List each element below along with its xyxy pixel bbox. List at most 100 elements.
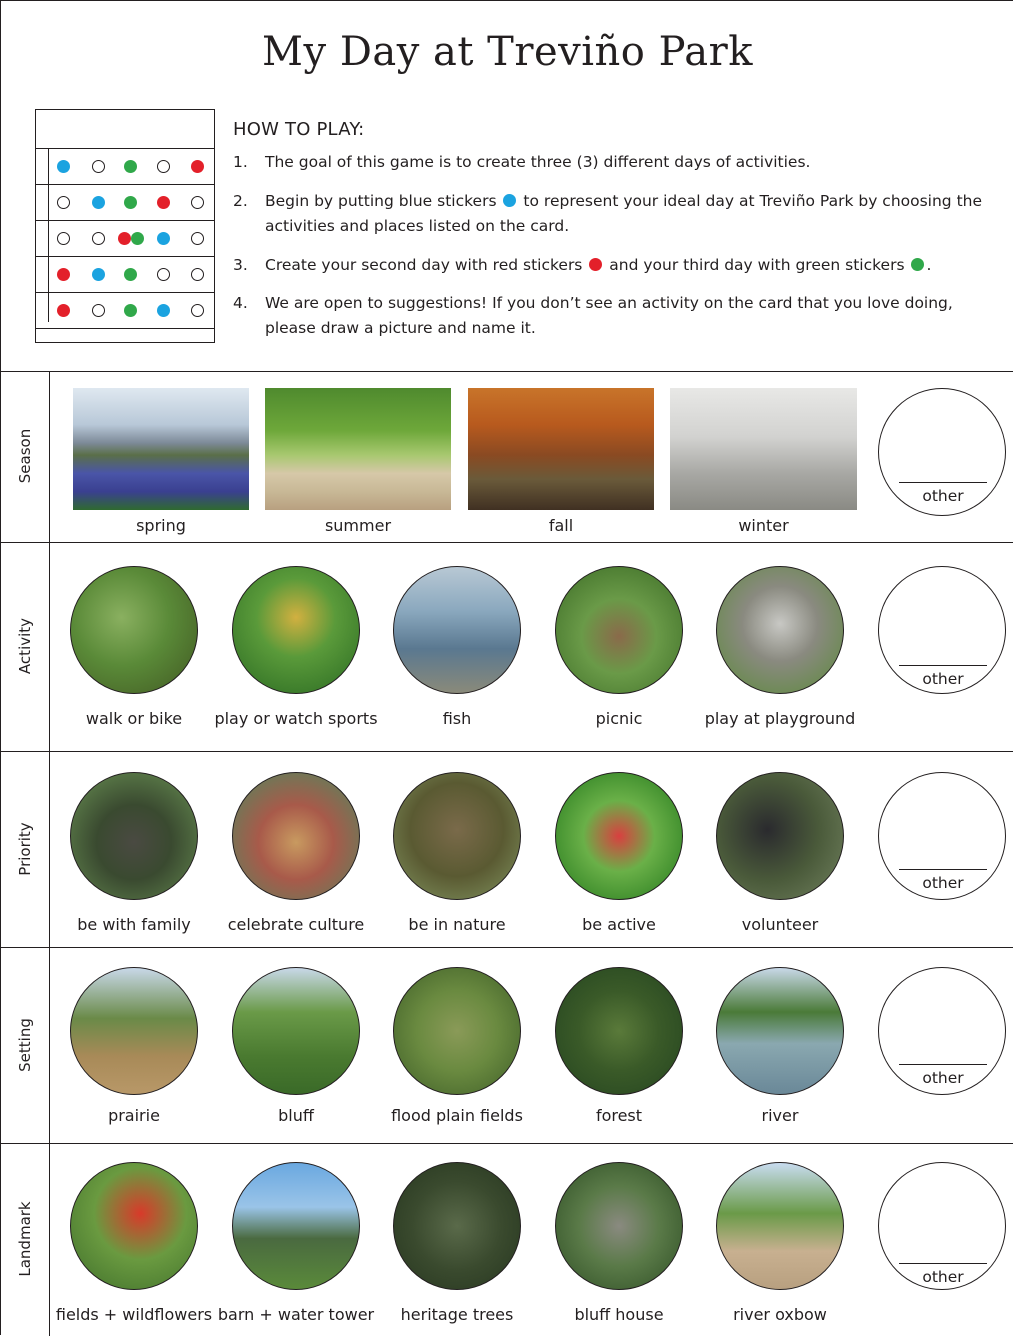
game-card-page: My Day at Treviño Park HOW TO PLAY: 1. T…	[0, 0, 1013, 1336]
card-row-5	[36, 292, 214, 328]
card-row-1	[36, 148, 214, 184]
item-caption: river oxbow	[733, 1305, 827, 1324]
fall-photo[interactable]	[468, 388, 654, 510]
other-write-in-circle[interactable]: other	[878, 772, 1006, 900]
red-sticker-dot	[57, 267, 70, 281]
item-caption: river	[761, 1106, 799, 1125]
section-divider	[1, 947, 1013, 948]
summer-photo[interactable]	[265, 388, 451, 510]
item-caption: forest	[595, 1106, 643, 1125]
item-caption: spring	[136, 516, 186, 535]
volunteer-photo[interactable]	[716, 772, 844, 900]
write-in-line	[899, 665, 987, 666]
bluff-photo[interactable]	[232, 967, 360, 1095]
red-sticker-icon	[589, 258, 603, 271]
river-photo[interactable]	[716, 967, 844, 1095]
blue-sticker-dot	[157, 303, 170, 317]
red-sticker-dot	[118, 231, 131, 245]
item-caption: celebrate culture	[227, 915, 365, 934]
red-sticker-dot	[157, 195, 170, 209]
item-caption: fall	[548, 516, 574, 535]
how-to-play-heading: HOW TO PLAY:	[233, 119, 365, 140]
other-write-in-circle[interactable]: other	[878, 388, 1006, 516]
river-oxbow-photo[interactable]	[716, 1162, 844, 1290]
item-caption: heritage trees	[400, 1305, 514, 1324]
item-caption: flood plain fields	[391, 1106, 523, 1125]
section-divider	[1, 751, 1013, 752]
example-sticker-card	[35, 109, 215, 343]
item-caption: bluff	[278, 1106, 314, 1125]
item-caption: be in nature	[408, 915, 506, 934]
empty-sticker-dot	[57, 195, 70, 209]
walk-or-bike-photo[interactable]	[70, 566, 198, 694]
blue-sticker-dot	[57, 159, 70, 173]
red-sticker-dot	[191, 159, 204, 173]
be-active-photo[interactable]	[555, 772, 683, 900]
play-at-playground-photo[interactable]	[716, 566, 844, 694]
card-row-2	[36, 184, 214, 220]
blue-sticker-dot	[92, 267, 105, 281]
section-divider	[1, 371, 1013, 372]
empty-sticker-dot	[92, 159, 105, 173]
category-label-activity: Activity	[16, 617, 34, 675]
green-sticker-dot	[124, 267, 137, 281]
page-title: My Day at Treviño Park	[262, 29, 753, 75]
play-or-watch-sports-photo[interactable]	[232, 566, 360, 694]
item-caption: be active	[582, 915, 656, 934]
category-label-season: Season	[16, 428, 34, 484]
empty-sticker-dot	[57, 231, 70, 245]
category-label-priority: Priority	[16, 822, 34, 876]
green-sticker-dot	[124, 195, 137, 209]
blue-sticker-icon	[503, 194, 517, 207]
other-write-in-circle[interactable]: other	[878, 967, 1006, 1095]
write-in-line	[899, 1064, 987, 1065]
other-write-in-circle[interactable]: other	[878, 566, 1006, 694]
other-write-in-circle[interactable]: other	[878, 1162, 1006, 1290]
empty-sticker-dot	[191, 195, 204, 209]
item-caption: prairie	[108, 1106, 160, 1125]
item-caption: be with family	[77, 915, 191, 934]
item-caption: bluff house	[574, 1305, 664, 1324]
empty-sticker-dot	[157, 267, 170, 281]
item-caption: summer	[324, 516, 392, 535]
item-caption: fields + wildflowers	[55, 1305, 213, 1324]
item-caption: volunteer	[741, 915, 819, 934]
green-sticker-dot	[124, 159, 137, 173]
write-in-line	[899, 869, 987, 870]
card-row-4	[36, 256, 214, 292]
write-in-line	[899, 1263, 987, 1264]
item-caption: walk or bike	[85, 709, 183, 728]
category-label-landmark: Landmark	[16, 1201, 34, 1277]
category-column-rule	[49, 371, 50, 1336]
empty-sticker-dot	[191, 303, 204, 317]
empty-sticker-dot	[191, 231, 204, 245]
empty-sticker-dot	[92, 231, 105, 245]
section-divider	[1, 542, 1013, 543]
barn-water-tower-photo[interactable]	[232, 1162, 360, 1290]
bluff-house-photo[interactable]	[555, 1162, 683, 1290]
forest-photo[interactable]	[555, 967, 683, 1095]
green-sticker-icon	[911, 258, 925, 271]
empty-sticker-dot	[157, 159, 170, 173]
be-with-family-photo[interactable]	[70, 772, 198, 900]
item-caption: picnic	[595, 709, 643, 728]
section-divider	[1, 1143, 1013, 1144]
category-label-setting: Setting	[16, 1018, 34, 1072]
be-in-nature-photo[interactable]	[393, 772, 521, 900]
flood-plain-fields-photo[interactable]	[393, 967, 521, 1095]
green-sticker-dot	[124, 303, 137, 317]
fish-photo[interactable]	[393, 566, 521, 694]
winter-photo[interactable]	[670, 388, 857, 510]
prairie-photo[interactable]	[70, 967, 198, 1095]
celebrate-culture-photo[interactable]	[232, 772, 360, 900]
write-in-line	[899, 482, 987, 483]
red-sticker-dot	[57, 303, 70, 317]
card-bottom-rule	[36, 328, 214, 364]
heritage-trees-photo[interactable]	[393, 1162, 521, 1290]
green-sticker-dot	[131, 231, 144, 245]
blue-sticker-dot	[157, 231, 170, 245]
spring-photo[interactable]	[73, 388, 249, 510]
picnic-photo[interactable]	[555, 566, 683, 694]
fields-wildflowers-photo[interactable]	[70, 1162, 198, 1290]
empty-sticker-dot	[191, 267, 204, 281]
